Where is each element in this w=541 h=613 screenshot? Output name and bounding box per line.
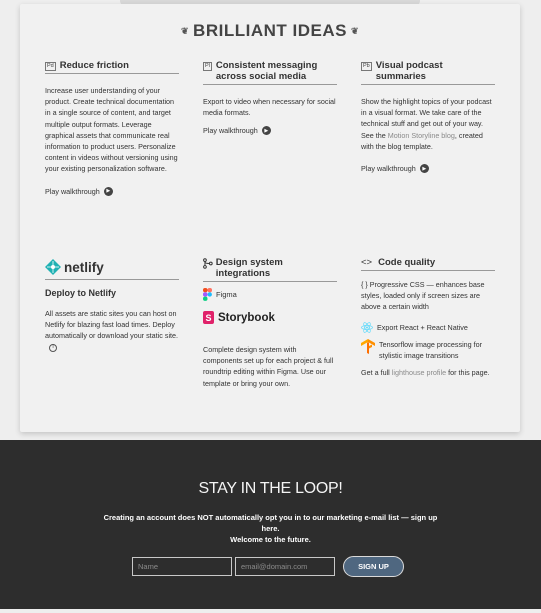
name-input[interactable]	[132, 557, 232, 576]
css-feature: { } Progressive CSS — enhances base styl…	[361, 280, 485, 312]
netlify-block: netlify Deploy to Netlify All assets are…	[45, 257, 179, 353]
pb-badge-icon: Pb	[361, 62, 372, 71]
info-icon[interactable]: i	[49, 343, 57, 352]
netlify-body: All assets are static sites you can host…	[45, 309, 179, 352]
code-heading: <> Code quality	[361, 257, 495, 271]
footer-signup: STAY IN THE LOOP! Creating an account do…	[0, 440, 541, 613]
idea-title: Consistent messaging across social media	[215, 60, 318, 82]
design-system-block: Design system integrations Figma S Story…	[203, 257, 337, 389]
page: ❦ BRILLIANT IDEAS ❦ Pd Reduce friction Inc…	[0, 0, 541, 613]
design-heading: Design system integrations	[203, 257, 337, 282]
lighthouse-text: Get a full lighthouse profile for this p…	[361, 367, 490, 377]
storybook-icon: S	[203, 311, 214, 324]
code-quality-block: <> Code quality { } Progressive CSS — en…	[361, 257, 495, 378]
footer-note: Creating an account does NOT automatical…	[103, 513, 438, 544]
storybook-logo: S Storybook	[203, 311, 337, 324]
branch-icon	[203, 258, 213, 269]
sign-up-button[interactable]: SIGN UP	[343, 556, 404, 577]
idea-body: Show the highlight topics of your podcas…	[361, 97, 492, 151]
figma-icon	[203, 288, 212, 301]
idea-heading: Pd Reduce friction	[45, 60, 179, 74]
pl-badge-icon: Pl	[203, 62, 212, 71]
play-icon[interactable]: ▶	[103, 186, 113, 196]
play-walkthrough-link[interactable]: Play walkthrough ▶	[45, 186, 179, 196]
lighthouse-profile-link[interactable]: lighthouse profile	[392, 368, 446, 377]
react-feature: Export React + React Native	[361, 321, 495, 333]
play-walkthrough-link[interactable]: Play walkthrough ▶	[361, 164, 495, 174]
idea-heading: Pb Visual podcast summaries	[361, 60, 495, 85]
deploy-heading: Deploy to Netlify	[45, 288, 117, 298]
idea-consistent-messaging: Pl Consistent messaging across social me…	[203, 60, 337, 136]
email-input[interactable]	[235, 557, 335, 576]
motion-storyline-link[interactable]: Motion Storyline blog	[388, 131, 455, 140]
idea-title: Reduce friction	[59, 60, 129, 71]
play-icon[interactable]: ▶	[419, 164, 429, 174]
leaf-icon: ❦	[181, 26, 190, 37]
idea-body: Increase user understanding of your prod…	[45, 86, 178, 174]
footer-title: STAY IN THE LOOP!	[198, 480, 343, 497]
design-body: Complete design system with components s…	[203, 345, 334, 388]
play-icon[interactable]: ▶	[261, 126, 271, 136]
idea-heading: Pl Consistent messaging across social me…	[203, 60, 337, 85]
bottom-strip	[0, 609, 541, 613]
tensorflow-feature: Tensorflow image processing for stylisti…	[361, 338, 495, 361]
divider	[45, 279, 179, 280]
brilliant-ideas-card: ❦ BRILLIANT IDEAS ❦ Pd Reduce friction Inc…	[20, 4, 520, 432]
code-brackets-icon: <>	[361, 257, 373, 268]
leaf-icon: ❦	[350, 26, 359, 37]
netlify-logo: netlify	[45, 257, 179, 277]
idea-visual-podcast: Pb Visual podcast summaries Show the hig…	[361, 60, 495, 174]
pd-badge-icon: Pd	[45, 62, 56, 71]
react-icon	[361, 321, 373, 333]
tensorflow-icon	[361, 338, 375, 354]
idea-title: Visual podcast summaries	[375, 60, 443, 82]
idea-reduce-friction: Pd Reduce friction Increase user underst…	[45, 60, 179, 196]
netlify-diamond-icon	[45, 259, 61, 275]
figma-row: Figma	[203, 288, 337, 301]
play-walkthrough-link[interactable]: Play walkthrough ▶	[203, 126, 337, 136]
idea-body: Export to video when necessary for socia…	[203, 97, 336, 118]
section-title: ❦ BRILLIANT IDEAS ❦	[181, 21, 359, 40]
